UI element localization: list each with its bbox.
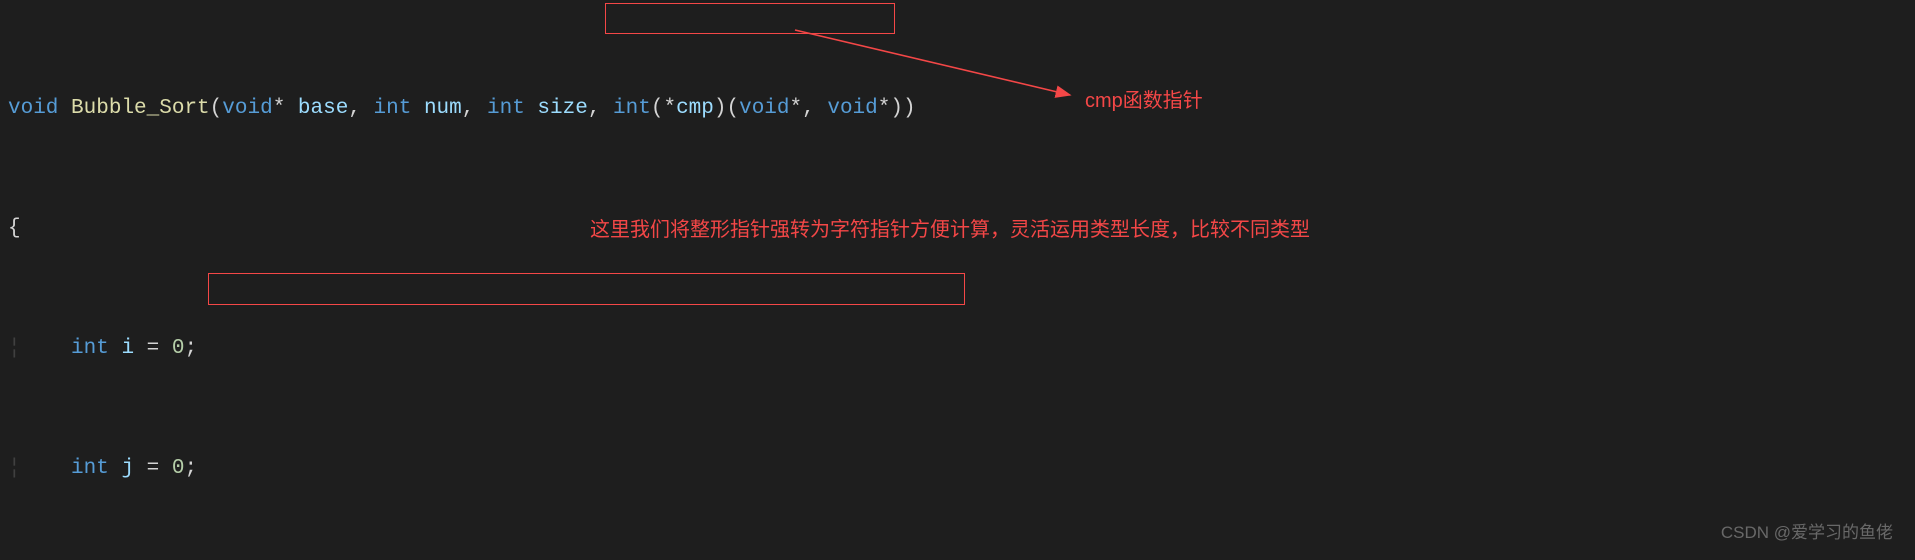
code-line-4: ¦ int j = 0; (0, 454, 1915, 484)
code-block: void Bubble_Sort(void* base, int num, in… (0, 0, 1915, 560)
code-line-2: { (0, 214, 1915, 244)
code-line-3: ¦ int i = 0; (0, 334, 1915, 364)
code-line-1: void Bubble_Sort(void* base, int num, in… (0, 94, 1915, 124)
